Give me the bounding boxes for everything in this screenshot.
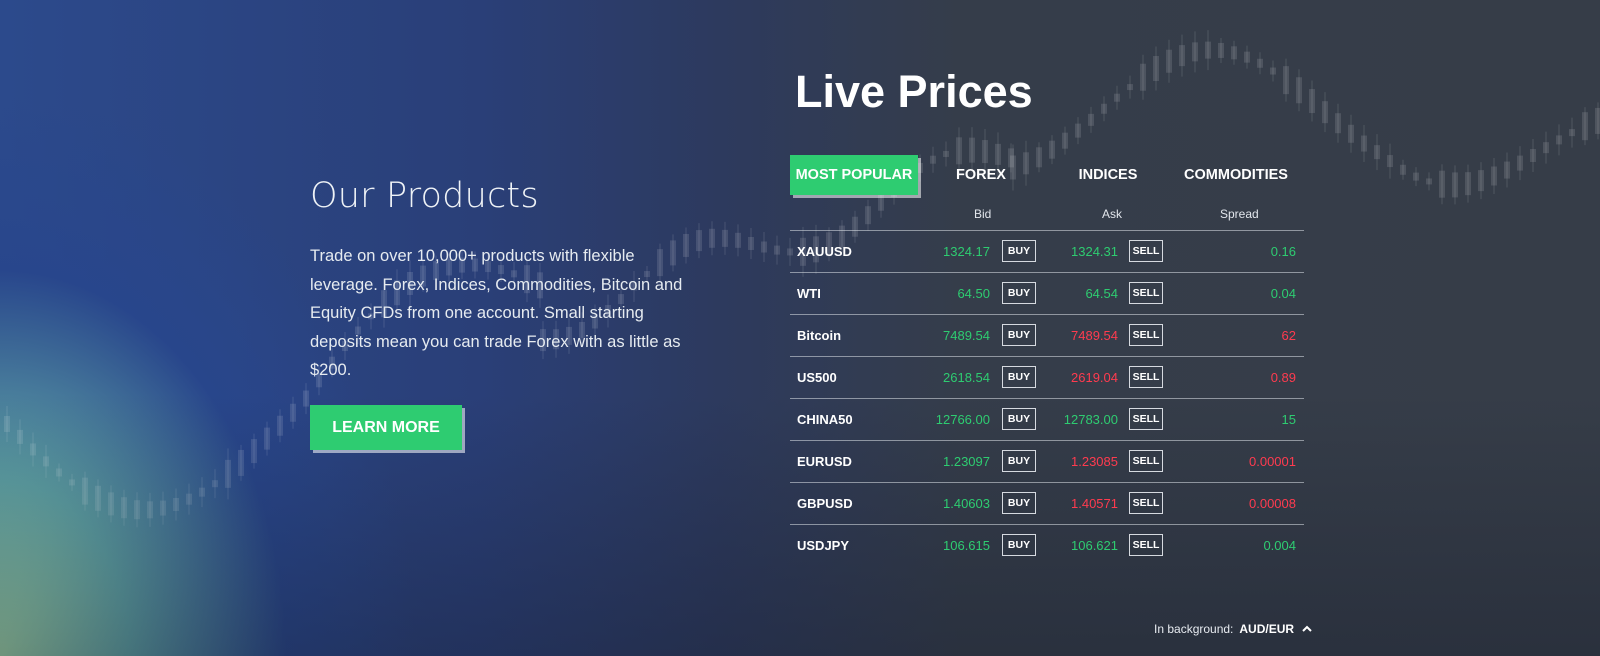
price-row: CHINA50 12766.00 BUY 12783.00 SELL 15 (790, 398, 1304, 441)
instrument-symbol: CHINA50 (797, 412, 853, 427)
background-ticker: In background: AUD/EUR (1154, 622, 1314, 636)
sell-button[interactable]: SELL (1129, 534, 1163, 556)
buy-button[interactable]: BUY (1002, 366, 1036, 388)
ask-price: 1.23085 (1071, 454, 1118, 469)
buy-button[interactable]: BUY (1002, 492, 1036, 514)
products-title: Our Products (310, 176, 539, 216)
instrument-symbol: XAUUSD (797, 244, 852, 259)
instrument-symbol: EURUSD (797, 454, 852, 469)
buy-button[interactable]: BUY (1002, 408, 1036, 430)
sell-button[interactable]: SELL (1129, 492, 1163, 514)
bid-price: 7489.54 (943, 328, 990, 343)
sell-button[interactable]: SELL (1129, 408, 1163, 430)
live-prices-title: Live Prices (795, 66, 1033, 117)
bid-price: 2618.54 (943, 370, 990, 385)
spread-value: 62 (1281, 328, 1296, 343)
sell-button[interactable]: SELL (1129, 366, 1163, 388)
chevron-up-icon[interactable] (1300, 622, 1314, 636)
buy-button[interactable]: BUY (1002, 534, 1036, 556)
ask-price: 1.40571 (1071, 496, 1118, 511)
ask-price: 12783.00 (1063, 412, 1118, 427)
spread-value: 0.00001 (1249, 454, 1296, 469)
tab-forex[interactable]: FOREX (918, 155, 1044, 195)
instrument-symbol: WTI (797, 286, 821, 301)
sell-button[interactable]: SELL (1129, 282, 1163, 304)
buy-button[interactable]: BUY (1002, 240, 1036, 262)
tab-commodities[interactable]: COMMODITIES (1172, 155, 1300, 195)
background-ticker-label: In background: (1154, 622, 1234, 636)
background-ticker-value: AUD/EUR (1239, 622, 1295, 636)
instrument-symbol: USDJPY (797, 538, 850, 553)
bid-price: 12766.00 (935, 412, 990, 427)
price-row: GBPUSD 1.40603 BUY 1.40571 SELL 0.00008 (790, 482, 1304, 525)
ask-price: 106.621 (1071, 538, 1118, 553)
buy-button[interactable]: BUY (1002, 450, 1036, 472)
price-row: WTI 64.50 BUY 64.54 SELL 0.04 (790, 272, 1304, 315)
spread-value: 0.00008 (1249, 496, 1296, 511)
bid-price: 1324.17 (943, 244, 990, 259)
spread-column-header: Spread (1220, 207, 1259, 221)
learn-more-button[interactable]: LEARN MORE (310, 405, 462, 450)
bid-price: 64.50 (957, 286, 990, 301)
ask-price: 64.54 (1085, 286, 1118, 301)
spread-value: 0.89 (1270, 370, 1296, 385)
price-row: US500 2618.54 BUY 2619.04 SELL 0.89 (790, 356, 1304, 399)
spread-value: 15 (1281, 412, 1296, 427)
sell-button[interactable]: SELL (1129, 450, 1163, 472)
sell-button[interactable]: SELL (1129, 240, 1163, 262)
tab-most-popular[interactable]: MOST POPULAR (790, 155, 918, 195)
price-row: Bitcoin 7489.54 BUY 7489.54 SELL 62 (790, 314, 1304, 357)
bid-column-header: Bid (974, 207, 992, 221)
instrument-symbol: GBPUSD (797, 496, 853, 511)
bid-price: 1.40603 (943, 496, 990, 511)
instrument-symbol: US500 (797, 370, 837, 385)
price-row: XAUUSD 1324.17 BUY 1324.31 SELL 0.16 (790, 230, 1304, 273)
sell-button[interactable]: SELL (1129, 324, 1163, 346)
ask-column-header: Ask (1102, 207, 1123, 221)
tab-indices[interactable]: INDICES (1044, 155, 1172, 195)
ask-price: 1324.31 (1071, 244, 1118, 259)
ask-price: 7489.54 (1071, 328, 1118, 343)
spread-value: 0.004 (1263, 538, 1296, 553)
spread-value: 0.04 (1270, 286, 1296, 301)
ask-price: 2619.04 (1071, 370, 1118, 385)
price-row: USDJPY 106.615 BUY 106.621 SELL 0.004 (790, 524, 1304, 567)
spread-value: 0.16 (1270, 244, 1296, 259)
products-section: Our Products Trade on over 10,000+ produ… (310, 176, 700, 385)
instrument-symbol: Bitcoin (797, 328, 842, 343)
bid-price: 1.23097 (943, 454, 990, 469)
buy-button[interactable]: BUY (1002, 282, 1036, 304)
buy-button[interactable]: BUY (1002, 324, 1036, 346)
products-description: Trade on over 10,000+ products with flex… (310, 247, 683, 379)
bid-price: 106.615 (943, 538, 990, 553)
price-row: EURUSD 1.23097 BUY 1.23085 SELL 0.00001 (790, 440, 1304, 483)
